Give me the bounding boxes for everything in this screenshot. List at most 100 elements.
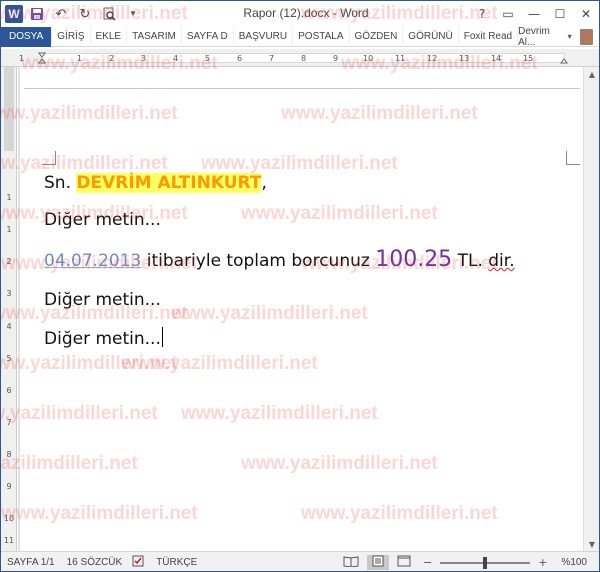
ruler-number: 1 [19, 54, 24, 63]
body-line-5[interactable]: Diğer metin... [44, 327, 163, 349]
ruler-number: 8 [301, 54, 306, 63]
recipient-name-field[interactable]: DEVRİM ALTINKURT [76, 173, 262, 193]
spelling-error-word[interactable]: dir. [488, 251, 514, 271]
indent-marker-left[interactable] [38, 52, 46, 64]
avatar [579, 28, 593, 45]
tab-mailings[interactable]: POSTALA [293, 26, 350, 47]
ruler-number: 6 [6, 386, 11, 395]
document-area[interactable]: Sn. DEVRİM ALTINKURT, Diğer metin... 04.… [18, 67, 582, 551]
print-preview-icon[interactable] [99, 4, 119, 24]
ruler-number: 8 [6, 450, 11, 459]
ruler-number: 4 [173, 54, 178, 63]
ruler-number: 3 [6, 289, 11, 298]
ruler-number: 11 [395, 54, 405, 63]
salutation-prefix: Sn. [44, 173, 77, 193]
currency-text: TL. [452, 251, 489, 271]
user-account[interactable]: Devrim Al... ▾ [518, 25, 599, 48]
ruler-number: 12 [427, 54, 437, 63]
ruler-number: 15 [523, 54, 533, 63]
ruler-number: 10 [4, 514, 14, 523]
vertical-ruler[interactable]: 2 1 1 2 3 4 5 6 7 8 9 10 11 [1, 67, 17, 551]
tab-insert[interactable]: EKLE [91, 26, 128, 47]
close-button[interactable]: ✕ [573, 1, 599, 27]
ruler-number: 7 [269, 54, 274, 63]
zoom-slider[interactable] [440, 556, 531, 569]
ruler-number: 13 [459, 54, 469, 63]
user-name: Devrim Al... [518, 25, 550, 48]
customize-qat-icon[interactable]: ▾ [123, 4, 143, 24]
ruler-number: 1 [6, 225, 11, 234]
scroll-up-icon[interactable]: ▲ [584, 67, 599, 81]
balance-text: itibariyle toplam borcunuz [141, 251, 376, 271]
tab-references[interactable]: BAŞVURU [234, 26, 294, 47]
horizontal-ruler[interactable]: 1 1 2 3 4 5 6 7 8 9 10 11 12 13 14 15 [1, 49, 599, 67]
view-and-zoom-controls: − + %100 [339, 555, 599, 570]
minimize-button[interactable]: — [521, 1, 547, 27]
zoom-out-button[interactable]: − [419, 556, 436, 569]
zoom-in-button[interactable]: + [534, 556, 551, 569]
ribbon-display-button[interactable]: ▭ [495, 1, 521, 27]
margin-corner-left [42, 151, 56, 165]
tab-file[interactable]: DOSYA [1, 26, 53, 47]
title-bar: W ↶ ↻ ▾ Rapor (12).docx - Word ? ▭ — ☐ ✕ [1, 1, 599, 27]
vruler-markings: 2 1 1 2 3 4 5 6 7 8 9 10 11 [4, 67, 14, 545]
ruler-number: 1 [77, 54, 82, 63]
indent-marker-right[interactable] [560, 58, 568, 64]
window-title: Rapor (12).docx - Word [243, 6, 369, 20]
word-window: W ↶ ↻ ▾ Rapor (12).docx - Word ? ▭ — ☐ ✕… [0, 0, 600, 572]
body-line-4[interactable]: Diğer metin... [44, 290, 161, 310]
print-layout-icon[interactable] [366, 555, 389, 570]
ruler-number: 1 [6, 193, 11, 202]
vertical-scrollbar[interactable]: ▲ ▼ [583, 67, 599, 551]
ruler-number: 9 [6, 482, 11, 491]
ruler-number: 4 [6, 322, 11, 331]
ruler-number: 10 [363, 54, 373, 63]
word-count[interactable]: 16 SÖZCÜK [61, 557, 129, 568]
tab-design[interactable]: TASARIM [127, 26, 182, 47]
ruler-number: 2 [109, 54, 114, 63]
web-layout-icon[interactable] [393, 555, 415, 570]
tab-home[interactable]: GİRİŞ [52, 26, 91, 47]
zoom-level[interactable]: %100 [555, 557, 593, 568]
date-field[interactable]: 04.07.2013 [44, 251, 141, 271]
body-line-5-text: Diğer metin... [44, 329, 161, 349]
ruler-number: 9 [333, 54, 338, 63]
ruler-number: 14 [491, 54, 501, 63]
word-icon[interactable]: W [5, 5, 23, 23]
quick-access-toolbar: W ↶ ↻ ▾ [1, 1, 143, 27]
ribbon-tabs: DOSYA GİRİŞ EKLE TASARIM SAYFA D BAŞVURU… [1, 25, 599, 48]
ruler-number: 5 [205, 54, 210, 63]
zoom-slider-thumb[interactable] [483, 556, 488, 569]
undo-icon[interactable]: ↶ [51, 4, 71, 24]
ruler-number: 6 [237, 54, 242, 63]
body-line-2[interactable]: Diğer metin... [44, 210, 161, 230]
text-cursor [161, 327, 163, 347]
amount-field[interactable]: 100.25 [375, 247, 452, 272]
ruler-number: 11 [4, 536, 14, 545]
salutation-line[interactable]: Sn. DEVRİM ALTINKURT, [44, 173, 267, 193]
scroll-down-icon[interactable]: ▼ [584, 537, 599, 551]
status-bar: SAYFA 1/1 16 SÖZCÜK TÜRKÇE − + %100 [1, 551, 599, 571]
tab-page-layout[interactable]: SAYFA D [182, 26, 234, 47]
chevron-down-icon: ▾ [567, 32, 572, 41]
salutation-comma: , [261, 173, 267, 193]
read-mode-icon[interactable] [339, 555, 363, 570]
page-count[interactable]: SAYFA 1/1 [1, 557, 61, 568]
header-boundary [24, 88, 580, 89]
tab-review[interactable]: GÖZDEN [350, 26, 404, 47]
ruler-number: 7 [6, 418, 11, 427]
balance-line[interactable]: 04.07.2013 itibariyle toplam borcunuz 10… [44, 247, 515, 272]
margin-corner-right [566, 151, 580, 165]
help-button[interactable]: ? [469, 1, 495, 27]
tab-foxit-reader[interactable]: Foxit Read [459, 26, 519, 47]
ruler-number: 5 [6, 354, 11, 363]
tab-view[interactable]: GÖRÜNÜ [403, 26, 459, 47]
save-icon[interactable] [27, 4, 47, 24]
document-page[interactable]: Sn. DEVRİM ALTINKURT, Diğer metin... 04.… [20, 67, 582, 551]
ruler-markings: 1 1 2 3 4 5 6 7 8 9 10 11 12 13 14 15 [19, 52, 568, 64]
ruler-number: 3 [141, 54, 146, 63]
redo-icon[interactable]: ↻ [75, 4, 95, 24]
maximize-button[interactable]: ☐ [547, 1, 573, 27]
proofing-icon[interactable] [128, 555, 150, 570]
language[interactable]: TÜRKÇE [150, 557, 203, 568]
